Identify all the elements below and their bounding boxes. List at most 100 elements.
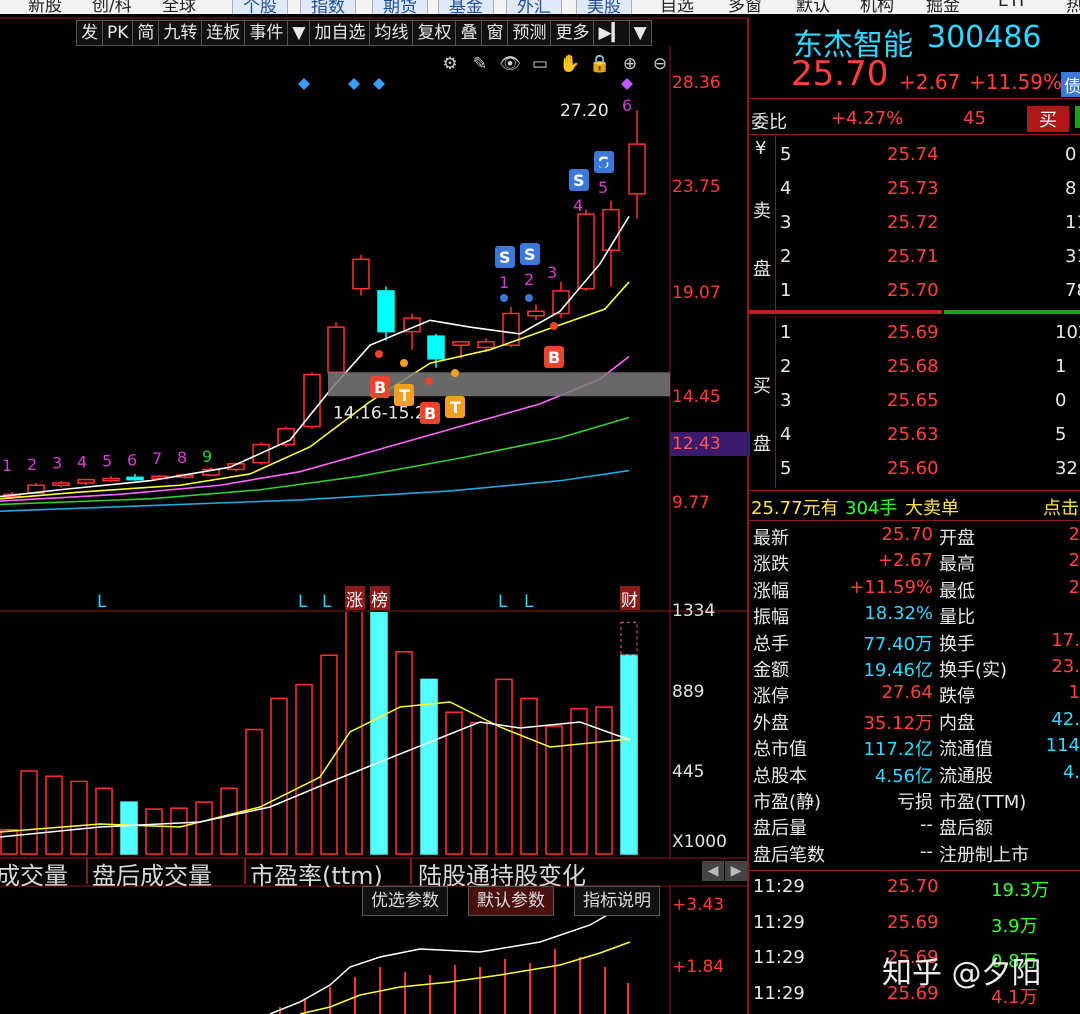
stat-label-2: 换手 [939, 633, 975, 655]
indicator-param-button[interactable]: 默认参数 [468, 886, 554, 916]
event-marker: 榜 [371, 591, 388, 611]
tick-time: 11:29 [753, 876, 805, 897]
ask-volume: 11 [1065, 212, 1080, 233]
stat-label: 振幅 [753, 607, 789, 629]
stat-label: 总市值 [753, 739, 807, 761]
weibi-label: 委比 [751, 112, 787, 133]
divider [749, 520, 1080, 521]
scroll-left-button[interactable]: ◀ [702, 861, 724, 881]
tab-divider [86, 858, 88, 884]
volume-axis-tick: 1334 [672, 600, 716, 621]
candle-body [327, 326, 345, 374]
tick-time: 11:29 [753, 911, 805, 933]
candle-body [452, 341, 470, 346]
ask-price: 25.71 [887, 246, 939, 267]
volume-bar [495, 678, 513, 855]
bid-ask-separator [944, 310, 1080, 314]
candle-body [602, 208, 620, 252]
candle-body [628, 143, 646, 195]
stat-value-2: 2 [1068, 576, 1080, 598]
volume-bar [420, 678, 438, 855]
signal-diamond [298, 78, 310, 90]
bid-volume: 32 [1055, 458, 1078, 479]
bid-volume: 1 [1055, 356, 1067, 377]
volume-axis-tick: 445 [672, 762, 705, 783]
stat-value-2: 2 [1068, 550, 1080, 572]
stat-label: 金额 [753, 660, 789, 681]
weibi-count: 45 [963, 108, 986, 129]
scroll-right-button[interactable]: ▶ [725, 861, 747, 881]
indicator-param-button[interactable]: 优选参数 [362, 886, 448, 916]
buy-signal-label: B [424, 404, 436, 423]
volume-bar [145, 808, 163, 855]
volume-bar [470, 721, 488, 855]
buy-button[interactable]: 买 [1027, 106, 1069, 132]
weibi-value: +4.27% [831, 108, 904, 129]
stat-label-2: 最高 [939, 554, 975, 576]
stat-value-2: 4. [1062, 761, 1080, 783]
divider [749, 490, 1080, 491]
stat-label: 总手 [753, 633, 789, 655]
stat-value: +2.67 [877, 550, 933, 572]
volume-chart[interactable] [0, 612, 670, 858]
stat-value: 19.46亿 [863, 660, 933, 681]
bid-volume: 0 [1055, 390, 1067, 411]
sell-signal-label: S [524, 245, 536, 264]
bid-level: 3 [780, 390, 792, 411]
stat-label-2: 市盈(TTM) [939, 792, 1027, 813]
volume-axis: 1334 889 445 X1000 [672, 601, 748, 858]
stat-value-2: 17. [1051, 629, 1080, 651]
volume-bar [445, 711, 463, 855]
volume-bar [370, 612, 388, 855]
indicator-tab[interactable]: 成交量 [0, 856, 68, 891]
t-signal-label: T [450, 398, 461, 417]
price-axis-tick: 9.77 [672, 493, 710, 513]
big-order-qty: 304手 [845, 498, 898, 519]
stat-label-2: 流通值 [939, 739, 993, 761]
sell-sequence-number: 5 [598, 178, 608, 197]
ask-price: 25.70 [887, 280, 939, 301]
current-price-tag: 12.43 [670, 431, 750, 456]
volume-bar [270, 697, 288, 855]
bid-price: 25.60 [887, 458, 939, 479]
big-order-price: 25.77元有 [751, 498, 839, 519]
price-axis-tick: 19.07 [672, 282, 721, 303]
signal-diamond [348, 78, 360, 90]
indicator-tab[interactable]: 盘后成交量 [92, 856, 212, 891]
sequence-number: 1 [2, 456, 12, 475]
sell-side-label: 卖盘 [753, 201, 771, 280]
price-axis-tick: 23.75 [672, 177, 721, 198]
ask-level: 2 [780, 246, 792, 267]
stat-label: 市盈(静) [753, 792, 822, 813]
volume-unit: X1000 [672, 832, 727, 852]
candle-body [52, 482, 70, 486]
signal-dot [525, 294, 533, 302]
event-marker: 涨 [346, 591, 363, 611]
ask-level: 3 [780, 212, 792, 233]
bid-price: 25.65 [887, 390, 939, 411]
stat-label-2: 开盘 [939, 528, 975, 549]
volume-bar [245, 728, 263, 855]
sequence-number: 6 [127, 450, 137, 469]
stat-label: 总股本 [753, 765, 807, 787]
candlestick-chart[interactable]: 14.16-15.227.20123456789S1S23S4S56BBBTTL… [0, 46, 670, 611]
stat-value: 77.40万 [863, 633, 933, 655]
bid-ask-separator [749, 310, 942, 314]
limit-marker: L [524, 592, 534, 611]
tick-price: 25.70 [887, 876, 939, 897]
indicator-param-button[interactable]: 指标说明 [574, 886, 660, 916]
big-order-link[interactable]: 点击 [1043, 494, 1079, 520]
stat-value: 18.32% [864, 603, 933, 625]
high-price-label: 27.20 [560, 101, 609, 121]
volume-bar [170, 807, 188, 855]
tick-price: 25.69 [887, 911, 939, 933]
signal-diamond [621, 78, 633, 90]
stat-label-2: 量比 [939, 607, 975, 629]
volume-bar [95, 787, 113, 855]
sell-button[interactable] [1075, 106, 1080, 128]
volume-bar [220, 787, 238, 855]
ask-level: 4 [780, 178, 792, 199]
sequence-number: 9 [202, 447, 212, 466]
stat-label: 最新 [753, 528, 789, 549]
indicator-chart[interactable] [0, 887, 670, 1014]
